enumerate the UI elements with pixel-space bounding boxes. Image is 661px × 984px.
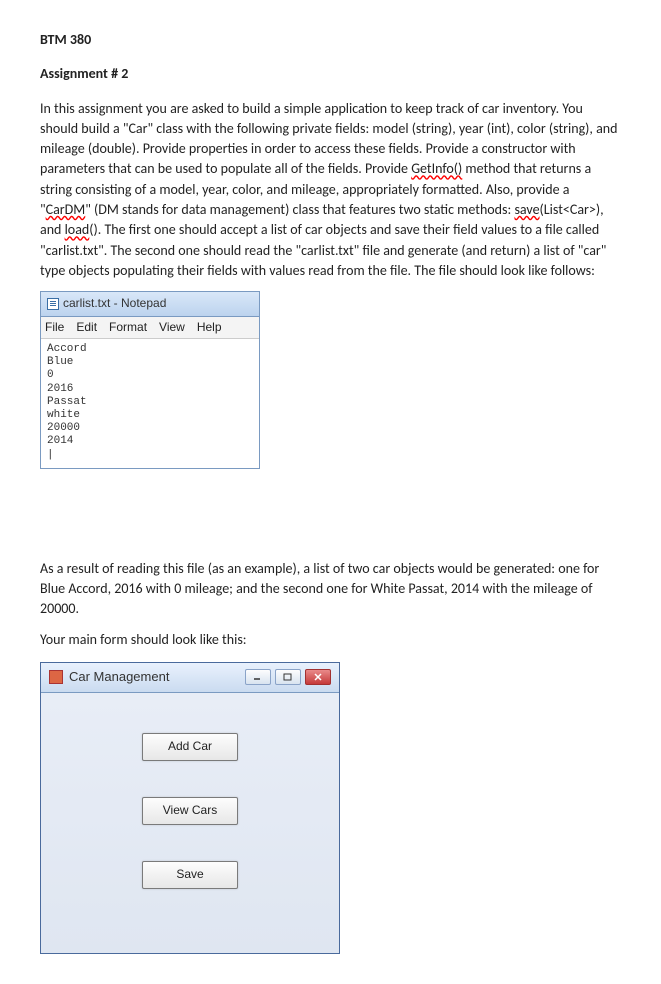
form-title: Car Management xyxy=(69,668,169,687)
getinfo-method: GetInfo() xyxy=(411,160,462,177)
course-code: BTM 380 xyxy=(40,30,621,50)
car-management-form: Car Management Add Car View Cars Save xyxy=(40,662,340,954)
assignment-description-3: Your main form should look like this: xyxy=(40,630,621,650)
file-line-1: Blue xyxy=(47,356,73,368)
file-line-2: 0 xyxy=(47,369,54,381)
notepad-menu-edit[interactable]: Edit xyxy=(76,319,97,336)
minimize-button[interactable] xyxy=(245,669,271,685)
file-line-0: Accord xyxy=(47,343,87,355)
load-method: load xyxy=(65,221,90,238)
add-car-button[interactable]: Add Car xyxy=(142,733,238,761)
window-buttons xyxy=(245,669,331,685)
save-button[interactable]: Save xyxy=(142,861,238,889)
notepad-title-text: carlist.txt - Notepad xyxy=(63,295,166,312)
maximize-button[interactable] xyxy=(275,669,301,685)
notepad-menu-view[interactable]: View xyxy=(159,319,185,336)
cardm-class: CarDM xyxy=(46,201,86,218)
view-cars-button[interactable]: View Cars xyxy=(142,797,238,825)
notepad-menu-help[interactable]: Help xyxy=(197,319,222,336)
notepad-icon xyxy=(47,298,59,310)
assignment-description-2: As a result of reading this file (as an … xyxy=(40,559,621,620)
file-line-4: Passat xyxy=(47,396,87,408)
notepad-menubar: File Edit Format View Help xyxy=(41,317,259,339)
form-titlebar: Car Management xyxy=(41,663,339,693)
close-button[interactable] xyxy=(305,669,331,685)
assignment-description-1: In this assignment you are asked to buil… xyxy=(40,99,621,282)
para1-mid2: " (DM stands for data management) class … xyxy=(85,201,514,218)
file-line-5: white xyxy=(47,409,80,421)
file-line-7: 2014 xyxy=(47,435,73,447)
notepad-menu-format[interactable]: Format xyxy=(109,319,147,336)
notepad-titlebar: carlist.txt - Notepad xyxy=(41,292,259,316)
app-icon xyxy=(49,670,63,684)
form-body: Add Car View Cars Save xyxy=(41,693,339,953)
file-line-3: 2016 xyxy=(47,383,73,395)
save-method: save xyxy=(514,201,539,218)
notepad-content: Accord Blue 0 2016 Passat white 20000 20… xyxy=(41,339,259,468)
notepad-window: carlist.txt - Notepad File Edit Format V… xyxy=(40,291,260,468)
assignment-title: Assignment # 2 xyxy=(40,64,621,84)
para1-post: (). The first one should accept a list o… xyxy=(40,221,606,279)
file-line-6: 20000 xyxy=(47,422,80,434)
notepad-menu-file[interactable]: File xyxy=(45,319,64,336)
